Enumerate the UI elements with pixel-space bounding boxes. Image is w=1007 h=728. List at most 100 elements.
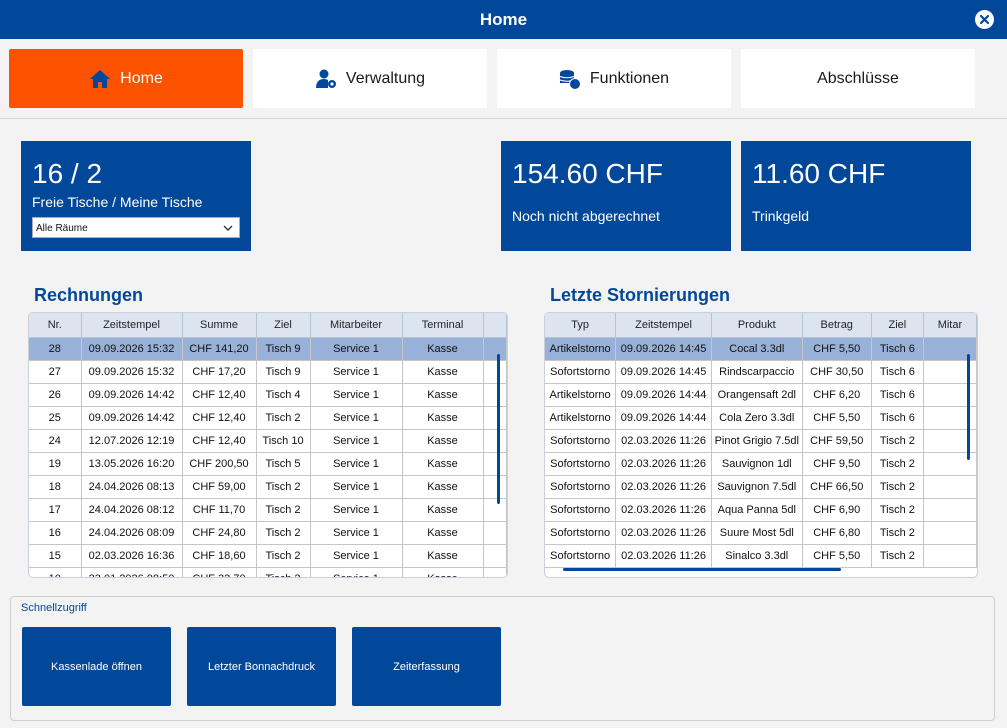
nav-verwaltung-button[interactable]: Verwaltung [253, 49, 487, 108]
column-header[interactable]: Mitar [923, 313, 977, 338]
table-row[interactable]: Artikelstorno 09.09.2026 14:44 Cola Zero 3… [545, 406, 977, 430]
table-cell: CHF 9,50 [802, 452, 872, 476]
table-cell: Service 1 [310, 544, 403, 568]
nav-abschluesse-label: Abschlüsse [817, 69, 899, 87]
table-row[interactable]: 16 24.04.2026 08:09 CHF 24,80 Tisch 2 Servic… [29, 521, 507, 545]
table-cell: CHF 59,00 [182, 475, 257, 499]
table-cell: Artikelstorno [545, 406, 617, 430]
window-title: Home [479, 10, 528, 29]
close-button[interactable] [975, 10, 994, 29]
table-cell: 24.04.2026 08:12 [81, 498, 183, 522]
table-row[interactable]: Artikelstorno 09.09.2026 14:44 Orangensaft… [545, 383, 977, 407]
table-cell: Kasse [402, 475, 484, 499]
table-cell: CHF 24,80 [182, 521, 257, 545]
main-navigation: Home Verwaltung Funktionen Abschlüsse [0, 39, 1007, 119]
table-cell [923, 475, 977, 499]
table-cell: Artikelstorno [545, 383, 617, 407]
time-tracking-label: Zeiterfassung [393, 660, 460, 673]
table-row[interactable]: 26 09.09.2026 14:42 CHF 12,40 Tisch 4 Servic… [29, 383, 507, 407]
home-icon [90, 69, 111, 88]
column-header[interactable]: Summe [182, 313, 257, 338]
column-header[interactable]: Terminal [402, 313, 484, 338]
table-cell: 12.07.2026 12:19 [81, 429, 183, 453]
table-cell: Tisch 6 [871, 360, 924, 384]
table-cell: CHF 141,20 [182, 337, 257, 361]
table-row[interactable]: Sofortstorno 02.03.2026 11:26 Suure Most 5… [545, 521, 977, 545]
table-cell: 02.03.2026 11:26 [615, 452, 712, 476]
table-cell: Tisch 9 [256, 337, 311, 361]
nav-abschluesse-button[interactable]: Abschlüsse [741, 49, 975, 108]
table-cell: Service 1 [310, 429, 403, 453]
table-cell: CHF 6,20 [802, 383, 872, 407]
table-cell: Artikelstorno [545, 337, 617, 361]
table-row[interactable]: 27 09.09.2026 15:32 CHF 17,20 Tisch 9 Servic… [29, 360, 507, 384]
column-header[interactable]: Ziel [871, 313, 924, 338]
time-tracking-button[interactable]: Zeiterfassung [352, 627, 501, 706]
open-cash-drawer-button[interactable]: Kassenlade öffnen [22, 627, 171, 706]
column-header[interactable]: Zeitstempel [81, 313, 183, 338]
table-row[interactable]: Sofortstorno 02.03.2026 11:26 Aqua Panna 5… [545, 498, 977, 522]
nav-home-button[interactable]: Home [9, 49, 243, 108]
table-cell: CHF 32,70 [182, 567, 257, 577]
column-header[interactable]: Zeitstempel [615, 313, 712, 338]
coins-icon [559, 69, 581, 90]
room-select[interactable]: Alle Räume [32, 217, 240, 238]
table-cell: Tisch 2 [256, 498, 311, 522]
quick-access-panel: Schnellzugriff Kassenlade öffnen Letzter… [10, 596, 995, 721]
table-cell: 09.09.2026 14:42 [81, 406, 183, 430]
tips-label: Trinkgeld [752, 208, 810, 224]
table-cell: 09.09.2026 14:45 [615, 360, 712, 384]
cancellations-vertical-scrollbar[interactable] [967, 354, 970, 460]
table-row[interactable]: 15 02.03.2026 16:36 CHF 18,60 Tisch 2 Servic… [29, 544, 507, 568]
table-cell: 28 [29, 337, 82, 361]
table-cell: 15 [29, 544, 82, 568]
tables-tile: 16 / 2 Freie Tische / Meine Tische Alle … [21, 141, 251, 251]
table-cell: Orangensaft 2dl [711, 383, 803, 407]
column-header[interactable]: Produkt [711, 313, 803, 338]
table-row[interactable]: Sofortstorno 02.03.2026 11:26 Pinot Grigio… [545, 429, 977, 453]
table-row[interactable]: 17 24.04.2026 08:12 CHF 11,70 Tisch 2 Servic… [29, 498, 507, 522]
table-cell: Tisch 6 [871, 337, 924, 361]
table-cell: 26 [29, 383, 82, 407]
table-cell: 13.05.2026 16:20 [81, 452, 183, 476]
table-cell: Service 1 [310, 406, 403, 430]
table-row[interactable]: Sofortstorno 09.09.2026 14:45 Rindscarpacc… [545, 360, 977, 384]
table-cell: 19 [29, 452, 82, 476]
reprint-last-receipt-label: Letzter Bonnachdruck [207, 660, 315, 673]
table-cell [923, 498, 977, 522]
table-cell: Tisch 2 [871, 452, 924, 476]
reprint-last-receipt-button[interactable]: Letzter Bonnachdruck [187, 627, 336, 706]
nav-verwaltung-label: Verwaltung [345, 69, 426, 87]
table-row[interactable]: 24 12.07.2026 12:19 CHF 12,40 Tisch 10 Servi… [29, 429, 507, 453]
unbilled-amount: 154.60 CHF [512, 158, 663, 189]
table-cell: CHF 66,50 [802, 475, 872, 499]
table-row[interactable]: Sofortstorno 02.03.2026 11:26 Sauvignon 1d… [545, 452, 977, 476]
table-cell: CHF 5,50 [802, 337, 872, 361]
table-row[interactable]: 18 24.04.2026 08:13 CHF 59,00 Tisch 2 Servic… [29, 475, 507, 499]
table-cell: Tisch 6 [871, 406, 924, 430]
cancellations-grid: Typ Zeitstempel Produkt Betrag Ziel Mitar Art… [544, 312, 978, 578]
nav-funktionen-button[interactable]: Funktionen [497, 49, 731, 108]
invoices-scrollbar[interactable] [497, 354, 500, 504]
table-row[interactable]: 1023.01.2026 08:50CHF 32,70Tisch 2Servic… [29, 567, 507, 577]
table-row[interactable]: Sofortstorno 02.03.2026 11:26 Sinalco 3.3d… [545, 544, 977, 568]
table-cell: Sinalco 3.3dl [711, 544, 803, 568]
table-cell: Tisch 2 [256, 521, 311, 545]
table-cell: Kasse [402, 383, 484, 407]
invoices-title: Rechnungen [34, 285, 144, 305]
table-row[interactable]: 19 13.05.2026 16:20 CHF 200,50 Tisch 5 Servi… [29, 452, 507, 476]
table-cell-spacer [483, 406, 507, 430]
table-cell: Pinot Grigio 7.5dl [711, 429, 803, 453]
table-row[interactable]: 28 09.09.2026 15:32 CHF 141,20 Tisch 9 Servi… [29, 337, 507, 361]
cancellations-horizontal-scrollbar[interactable] [563, 568, 841, 571]
column-header[interactable]: Betrag [802, 313, 872, 338]
table-row[interactable]: 25 09.09.2026 14:42 CHF 12,40 Tisch 2 Servic… [29, 406, 507, 430]
column-header[interactable]: Typ [545, 313, 617, 338]
table-cell: Tisch 2 [256, 475, 311, 499]
table-row[interactable]: Artikelstorno 09.09.2026 14:45 Cocal 3.3dl… [545, 337, 977, 361]
table-cell: Sofortstorno [545, 521, 617, 545]
table-row[interactable]: Sofortstorno 02.03.2026 11:26 Sauvignon 7.… [545, 475, 977, 499]
column-header[interactable]: Nr. [29, 313, 82, 338]
column-header[interactable]: Mitarbeiter [310, 313, 403, 338]
column-header[interactable]: Ziel [256, 313, 311, 338]
